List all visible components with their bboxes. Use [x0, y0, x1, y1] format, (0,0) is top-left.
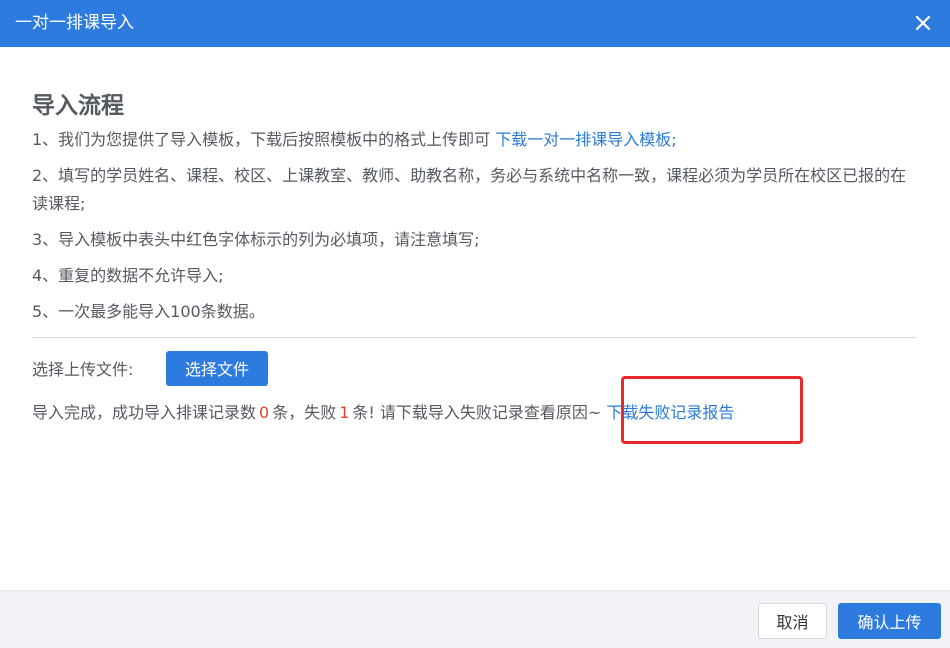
guide-step-3: 3、导入模板中表头中红色字体标示的列为必填项，请注意填写; [32, 230, 480, 249]
import-result-message: 导入完成，成功导入排课记录数 0 条，失败 1 条! 请下载导入失败记录查看原因~ 下载… [32, 400, 734, 426]
guide-step-1: 1、我们为您提供了导入模板，下载后按照模板中的格式上传即可 下载一对一排课导入模… [32, 126, 918, 154]
result-prefix: 导入完成，成功导入排课记录数 [32, 403, 257, 422]
result-middle: 条，失败 [272, 403, 337, 422]
guide-step-2: 2、填写的学员姓名、课程、校区、上课教室、教师、助教名称，务必与系统中名称一致，… [32, 166, 907, 213]
dialog-footer: 取消 确认上传 [0, 590, 950, 648]
dialog-title: 一对一排课导入 [15, 13, 134, 33]
cancel-button[interactable]: 取消 [758, 603, 827, 639]
section-divider [32, 337, 917, 338]
close-icon[interactable] [912, 12, 934, 34]
dialog-header: 一对一排课导入 [0, 0, 950, 47]
guide-step-4: 4、重复的数据不允许导入; [32, 266, 224, 285]
success-count: 0 [259, 403, 270, 422]
result-suffix: 条! 请下载导入失败记录查看原因~ [352, 403, 607, 422]
upload-row: 选择上传文件: 选择文件 [32, 350, 268, 386]
guide-step-1-text: 1、我们为您提供了导入模板，下载后按照模板中的格式上传即可 [32, 130, 496, 149]
choose-file-button[interactable]: 选择文件 [166, 350, 268, 386]
upload-label: 选择上传文件: [32, 360, 134, 379]
confirm-upload-button[interactable]: 确认上传 [838, 603, 941, 639]
fail-count: 1 [339, 403, 350, 422]
guide-heading: 导入流程 [32, 93, 124, 119]
guide-step-5: 5、一次最多能导入100条数据。 [32, 302, 265, 321]
download-template-link[interactable]: 下载一对一排课导入模板; [495, 130, 676, 149]
import-guide: 导入流程 1、我们为您提供了导入模板，下载后按照模板中的格式上传即可 下载一对一… [32, 90, 918, 334]
guide-steps: 1、我们为您提供了导入模板，下载后按照模板中的格式上传即可 下载一对一排课导入模… [32, 126, 918, 326]
download-failure-report-link[interactable]: 下载失败记录报告 [606, 403, 734, 422]
import-dialog: 一对一排课导入 导入流程 1、我们为您提供了导入模板，下载后按照模板中的格式上传… [0, 0, 950, 648]
